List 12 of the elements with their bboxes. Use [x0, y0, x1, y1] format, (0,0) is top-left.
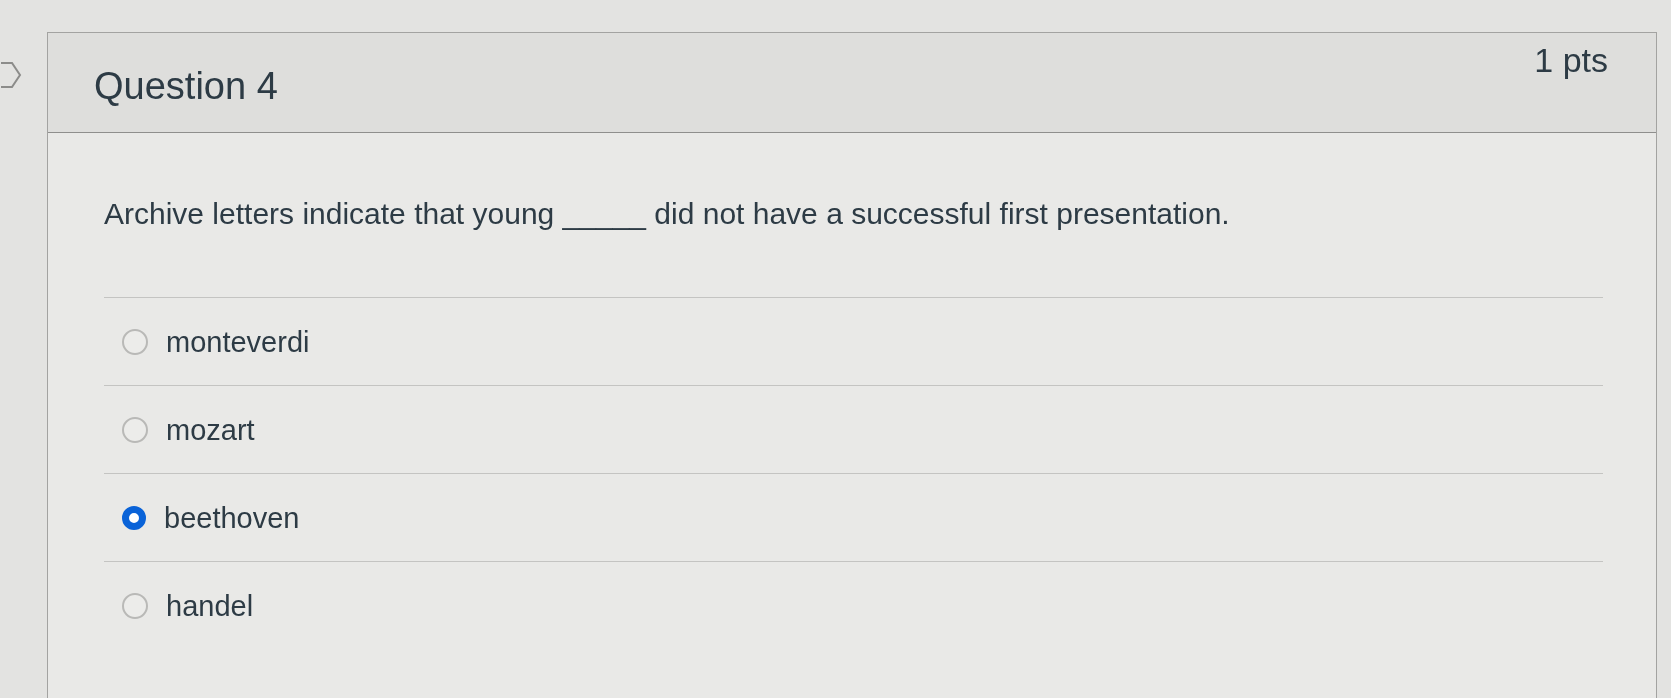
- chevron-icon[interactable]: [0, 62, 22, 88]
- question-title: Question 4: [94, 64, 278, 109]
- radio-button[interactable]: [122, 328, 148, 355]
- answer-label[interactable]: mozart: [166, 411, 255, 448]
- answer-label[interactable]: monteverdi: [166, 323, 310, 360]
- points-label: 1 pts: [1534, 40, 1608, 81]
- answer-label[interactable]: handel: [166, 588, 254, 624]
- question-text: Archive letters indicate that young _____ did not have a successful first presentation.: [104, 196, 1231, 232]
- radio-button[interactable]: [122, 505, 146, 530]
- radio-button[interactable]: [122, 593, 148, 619]
- answer-label[interactable]: beethoven: [164, 499, 300, 536]
- radio-button[interactable]: [122, 416, 148, 443]
